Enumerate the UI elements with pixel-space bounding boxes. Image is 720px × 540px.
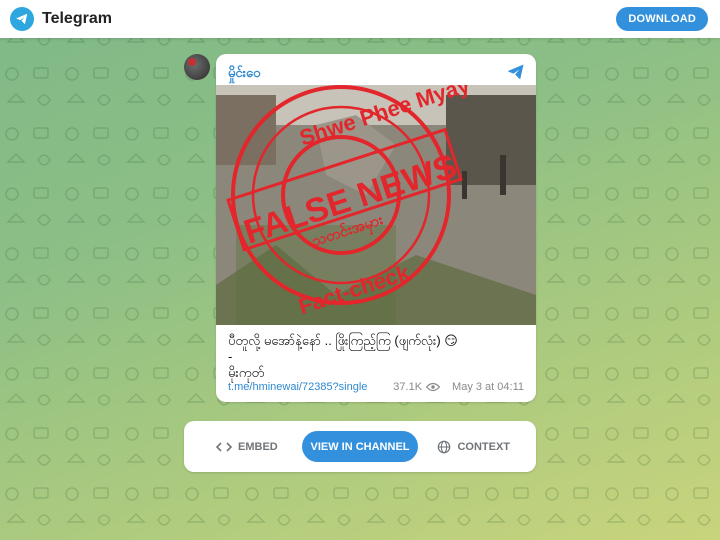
brand-name[interactable]: Telegram <box>42 10 112 28</box>
context-button[interactable]: CONTEXT <box>437 421 510 472</box>
telegram-logo-icon[interactable] <box>10 7 34 31</box>
post-link[interactable]: t.me/hminewai/72385?single <box>228 381 367 393</box>
channel-name[interactable]: မှိုင်းဝေ <box>228 65 260 84</box>
share-icon[interactable] <box>506 62 526 82</box>
post-date[interactable]: May 3 at 04:11 <box>452 381 524 393</box>
post-caption: ပီတူလို့ မအော်နဲ့နော် .. ဖြိုးကြည့်ကြ (ဖ… <box>228 333 524 381</box>
context-label: CONTEXT <box>457 440 510 453</box>
caption-line: မိုးကုတ် <box>228 365 265 380</box>
caption-line: - <box>228 349 233 364</box>
post-meta: 37.1K May 3 at 04:11 <box>393 381 524 393</box>
view-in-channel-button[interactable]: VIEW IN CHANNEL <box>302 431 418 462</box>
top-bar: Telegram DOWNLOAD <box>0 0 720 38</box>
eye-icon <box>426 382 441 392</box>
view-count: 37.1K <box>393 381 423 393</box>
globe-icon <box>438 440 451 453</box>
photo-illustration: Shwe Phee Myay FALSE NEWS သတင်းအမှား Fac… <box>216 85 536 325</box>
embed-button[interactable]: EMBED <box>216 421 278 472</box>
code-icon <box>216 441 232 452</box>
channel-avatar[interactable] <box>184 54 210 80</box>
caption-line: ပီတူလို့ မအော်နဲ့နော် .. ဖြိုးကြည့်ကြ (ဖ… <box>228 333 458 348</box>
message-card: မှိုင်းဝေ Shwe Phee Myay FALSE NEWS သတင်… <box>216 54 536 402</box>
post-photo[interactable]: Shwe Phee Myay FALSE NEWS သတင်းအမှား Fac… <box>216 85 536 325</box>
embed-label: EMBED <box>238 440 278 453</box>
action-bar: EMBED VIEW IN CHANNEL CONTEXT <box>184 421 536 472</box>
download-button[interactable]: DOWNLOAD <box>616 7 708 31</box>
